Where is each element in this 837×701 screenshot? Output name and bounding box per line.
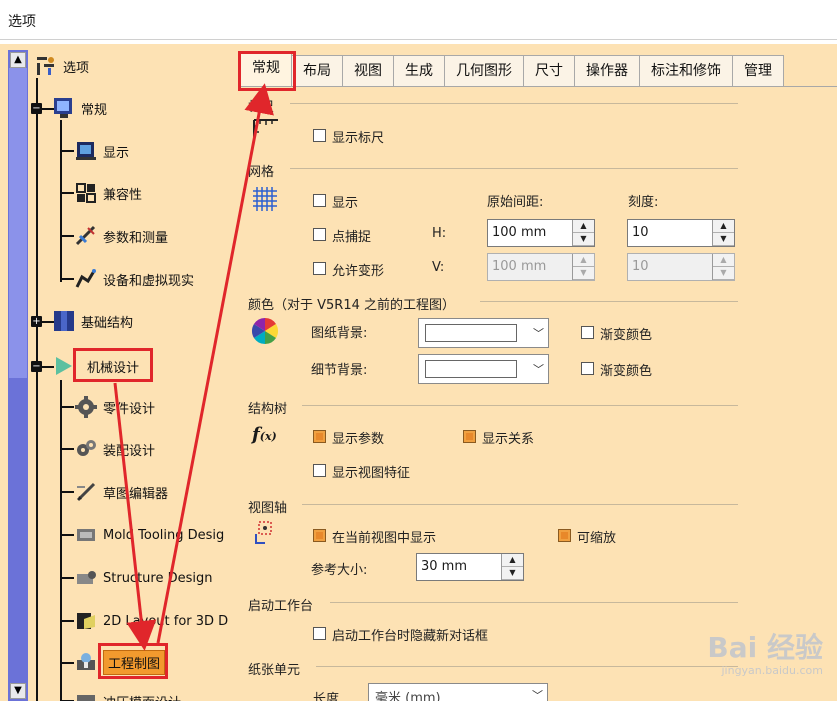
arrow-to-general-tab: [156, 83, 274, 644]
annotation-arrows: [113, 83, 274, 651]
arrow-to-drafting: [113, 382, 157, 651]
